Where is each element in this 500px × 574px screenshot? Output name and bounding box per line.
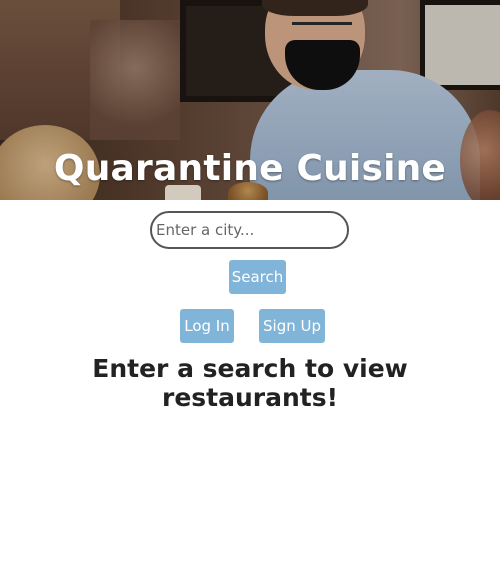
signup-button[interactable]: Sign Up: [259, 309, 325, 343]
search-button[interactable]: Search: [229, 260, 286, 294]
login-button[interactable]: Log In: [180, 309, 234, 343]
city-search-input[interactable]: [150, 211, 349, 249]
hero-banner: Quarantine Cuisine: [0, 0, 500, 200]
empty-results-message: Enter a search to view restaurants!: [92, 354, 408, 412]
page-title: Quarantine Cuisine: [53, 148, 447, 189]
